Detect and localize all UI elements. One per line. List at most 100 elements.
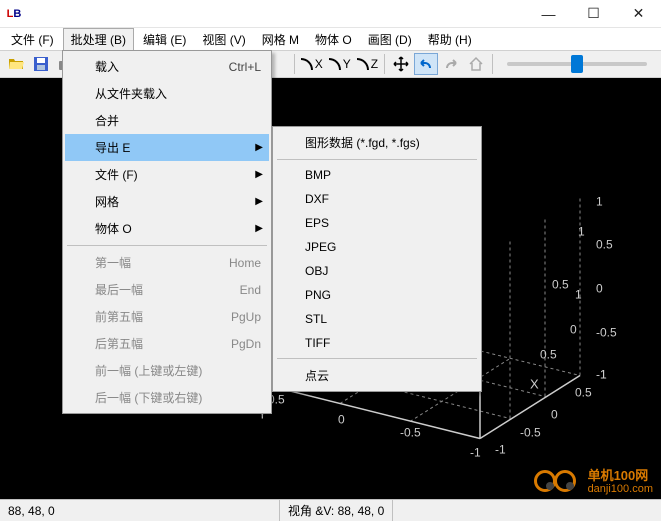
menu-item: 最后一幅End [65,276,269,303]
watermark-logo-icon [534,469,582,495]
arc-icon [301,58,313,70]
menu-edit[interactable]: 编辑 (E) [136,29,193,50]
submenu-item[interactable]: DXF [275,187,479,211]
submenu-item-label: TIFF [305,336,330,350]
svg-text:-0.5: -0.5 [520,426,541,440]
submenu-item[interactable]: 点云 [275,362,479,389]
submenu-item-label: PNG [305,288,331,302]
menu-item-label: 后一幅 (下键或右键) [95,389,202,406]
menu-separator [277,159,477,160]
arc-icon [357,58,369,70]
submenu-item[interactable]: 图形数据 (*.fgd, *.fgs) [275,129,479,156]
menu-batch[interactable]: 批处理 (B) [63,28,134,51]
menu-item[interactable]: 网格 ▶ [65,188,269,215]
rotate-z-button[interactable]: Z [355,57,380,71]
svg-text:1: 1 [578,225,585,239]
submenu-item-label: STL [305,312,327,326]
svg-text:0: 0 [338,413,345,427]
reset-button[interactable] [465,53,488,75]
app-icon: LB [6,6,22,22]
submenu-arrow-icon: ▶ [255,223,263,234]
submenu-item[interactable]: STL [275,307,479,331]
menu-item[interactable]: 文件 (F) ▶ [65,161,269,188]
maximize-button[interactable]: ☐ [571,0,616,28]
open-button[interactable] [4,53,27,75]
submenu-item-label: JPEG [305,240,336,254]
menu-item-label: 从文件夹载入 [95,85,167,102]
watermark-title: 单机100网 [588,469,653,483]
menu-item-label: 合并 [95,112,119,129]
submenu-item-label: EPS [305,216,329,230]
slider-thumb[interactable] [571,55,583,73]
menu-item-label: 最后一幅 [95,281,143,298]
menu-object[interactable]: 物体 O [308,29,359,50]
menu-item[interactable]: 载入 Ctrl+L [65,53,269,80]
menu-item-label: 前一幅 (上键或左键) [95,362,202,379]
status-coords: 88, 48, 0 [0,500,280,521]
rotate-x-button[interactable]: X [299,57,325,71]
submenu-item-label: 图形数据 (*.fgd, *.fgs) [305,134,420,151]
menu-item[interactable]: 导出 E▶ [65,134,269,161]
menu-shortcut: Home [229,256,261,270]
menu-item: 后一幅 (下键或右键) [65,384,269,411]
toolbar-separator [492,54,493,74]
menu-draw[interactable]: 画图 (D) [361,29,419,50]
menu-item-label: 前第五幅 [95,308,143,325]
axis-z-label: Z [371,57,378,71]
menu-mesh[interactable]: 网格 M [255,29,306,50]
menu-shortcut: PgDn [231,337,261,351]
menu-item: 后第五幅 PgDn [65,330,269,357]
svg-text:-0.5: -0.5 [596,326,617,340]
menu-shortcut: Ctrl+L [229,60,261,74]
submenu-arrow-icon: ▶ [255,196,263,207]
undo-icon [418,56,434,72]
status-bar: 88, 48, 0 视角 &V: 88, 48, 0 [0,499,661,521]
home-icon [468,56,484,72]
export-submenu: 图形数据 (*.fgd, *.fgs) BMPDXF EPS JPEG OBJ PNG ST… [272,126,482,392]
move-icon [393,56,409,72]
submenu-item[interactable]: BMP [275,163,479,187]
menu-item-label: 文件 (F) [95,166,138,183]
menu-item-label: 网格 [95,193,119,210]
menu-item: 第一幅 Home [65,249,269,276]
save-button[interactable] [29,53,52,75]
undo-button[interactable] [414,53,437,75]
menu-item-label: 后第五幅 [95,335,143,352]
zoom-slider[interactable] [507,62,647,66]
svg-text:-0.5: -0.5 [400,426,421,440]
pan-button[interactable] [389,53,412,75]
folder-open-icon [8,56,24,72]
svg-text:0.5: 0.5 [552,278,569,292]
submenu-item[interactable]: JPEG [275,235,479,259]
axis-y-label: Y [343,57,351,71]
submenu-arrow-icon: ▶ [255,169,263,180]
submenu-item[interactable]: EPS [275,211,479,235]
svg-text:-1: -1 [470,446,481,460]
menu-view[interactable]: 视图 (V) [195,29,252,50]
menu-file[interactable]: 文件 (F) [4,29,61,50]
submenu-item[interactable]: PNG [275,283,479,307]
menu-item[interactable]: 从文件夹载入 [65,80,269,107]
menu-separator [67,245,267,246]
svg-text:1: 1 [575,288,582,302]
menu-bar: 文件 (F) 批处理 (B) 编辑 (E) 视图 (V) 网格 M 物体 O 画… [0,28,661,50]
menu-item[interactable]: 物体 O▶ [65,215,269,242]
svg-text:0: 0 [551,408,558,422]
axis-x-label: X [315,57,323,71]
redo-button[interactable] [440,53,463,75]
menu-help[interactable]: 帮助 (H) [421,29,479,50]
menu-item-label: 第一幅 [95,254,131,271]
title-bar: LB — ☐ ✕ [0,0,661,28]
submenu-item[interactable]: OBJ [275,259,479,283]
menu-item-label: 载入 [95,58,119,75]
toolbar-separator [294,54,295,74]
axis-x-title: X [530,377,539,392]
menu-shortcut: PgUp [231,310,261,324]
submenu-item[interactable]: TIFF [275,331,479,355]
svg-text:-1: -1 [596,368,607,382]
svg-text:0: 0 [570,323,577,337]
rotate-y-button[interactable]: Y [327,57,353,71]
minimize-button[interactable]: — [526,0,571,28]
close-button[interactable]: ✕ [616,0,661,28]
menu-item[interactable]: 合并 [65,107,269,134]
